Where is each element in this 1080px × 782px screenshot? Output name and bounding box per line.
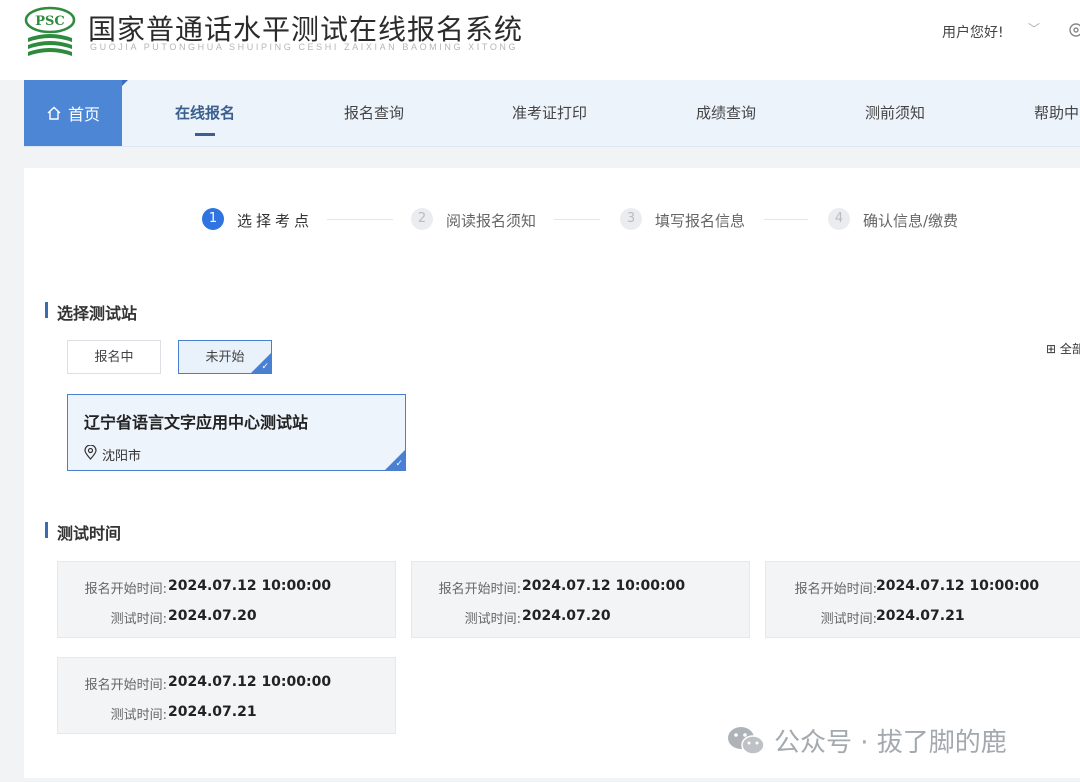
step-4-number: 4 [828, 208, 850, 230]
grid-icon: ⊞ [1046, 342, 1057, 356]
nav-home-label: 首页 [67, 105, 100, 124]
start-time-label: 报名开始时间: [794, 582, 877, 597]
step-indicator: 1 选择考点 2 阅读报名须知 3 填写报名信息 4 确认信息/缴费 [24, 204, 1080, 234]
test-time-value: 2024.07.21 [876, 608, 965, 624]
step-divider [764, 219, 808, 220]
main-panel: 1 选择考点 2 阅读报名须知 3 填写报名信息 4 确认信息/缴费 选择测试站… [24, 168, 1080, 778]
time-card[interactable]: 报名开始时间: 2024.07.12 10:00:00 测试时间: 2024.07.… [57, 561, 396, 638]
start-time-value: 2024.07.12 10:00:00 [168, 578, 332, 594]
test-time-label: 测试时间: [820, 612, 877, 627]
test-time-label: 测试时间: [110, 708, 167, 723]
station-city: 沈阳市 [102, 449, 142, 464]
start-time-label: 报名开始时间: [84, 678, 167, 693]
location-pin-icon [84, 445, 97, 460]
settings-icon[interactable] [1068, 22, 1080, 38]
section-title-station: 选择测试站 [44, 300, 137, 324]
nav-pretest-notice[interactable]: 测前须知 [865, 80, 925, 146]
home-icon [47, 106, 61, 120]
section-title-time: 测试时间 [44, 520, 121, 544]
test-time-value: 2024.07.21 [168, 704, 257, 720]
check-icon: ✓ [261, 362, 269, 372]
step-divider [554, 219, 600, 220]
start-time-label: 报名开始时间: [84, 582, 167, 597]
tab-not-started[interactable]: 未开始 ✓ [178, 340, 272, 374]
time-card[interactable]: 报名开始时间: 2024.07.12 10:00:00 测试时间: 2024.07.… [411, 561, 750, 638]
user-greeting[interactable]: 用户您好! [942, 22, 1004, 42]
step-3-label: 填写报名信息 [655, 212, 746, 230]
watermark-text: 公众号 · 拔了脚的鹿 [774, 728, 1007, 758]
psc-logo: PSC [24, 6, 76, 56]
wechat-icon [728, 726, 765, 755]
view-all-link[interactable]: ⊞ 全部 [1046, 340, 1080, 357]
step-1-number: 1 [202, 208, 224, 230]
main-nav: 首页 在线报名 报名查询 准考证打印 成绩查询 测前须知 帮助中 [24, 80, 1080, 147]
svg-text:PSC: PSC [35, 14, 65, 29]
start-time-value: 2024.07.12 10:00:00 [168, 674, 332, 690]
tab-not-started-label: 未开始 [205, 350, 245, 365]
test-time-value: 2024.07.20 [522, 608, 611, 624]
nav-home[interactable]: 首页 [24, 80, 128, 146]
header: PSC 国家普通话水平测试在线报名系统 GUOJIA PUTONGHUA SHU… [0, 0, 1080, 80]
view-all-label: 全部 [1059, 342, 1080, 356]
site-subtitle: GUOJIA PUTONGHUA SHUIPING CESHI ZAIXIAN … [90, 42, 519, 52]
step-3-number: 3 [620, 208, 642, 230]
watermark: 公众号 · 拔了脚的鹿 [726, 722, 1007, 759]
step-2-label: 阅读报名须知 [446, 212, 537, 230]
start-time-value: 2024.07.12 10:00:00 [876, 578, 1040, 594]
step-divider [327, 219, 393, 220]
start-time-value: 2024.07.12 10:00:00 [522, 578, 686, 594]
test-time-value: 2024.07.20 [168, 608, 257, 624]
station-card[interactable]: 辽宁省语言文字应用中心测试站 沈阳市 ✓ [67, 394, 406, 471]
step-1-label: 选择考点 [237, 212, 314, 230]
start-time-label: 报名开始时间: [438, 582, 521, 597]
nav-online-registration[interactable]: 在线报名 [175, 80, 235, 146]
step-2-number: 2 [411, 208, 433, 230]
nav-admission-ticket[interactable]: 准考证打印 [512, 80, 587, 146]
test-time-label: 测试时间: [464, 612, 521, 627]
time-card[interactable]: 报名开始时间: 2024.07.12 10:00:00 测试时间: 2024.07.… [57, 657, 396, 734]
station-name: 辽宁省语言文字应用中心测试站 [84, 413, 309, 432]
tab-registering[interactable]: 报名中 [67, 340, 161, 374]
nav-score-query[interactable]: 成绩查询 [696, 80, 756, 146]
test-time-label: 测试时间: [110, 612, 167, 627]
step-4-label: 确认信息/缴费 [863, 212, 959, 230]
nav-help[interactable]: 帮助中 [1034, 80, 1079, 146]
time-card[interactable]: 报名开始时间: 2024.07.12 10:00:00 测试时间: 2024.07.… [765, 561, 1080, 638]
nav-registration-query[interactable]: 报名查询 [344, 80, 404, 146]
chevron-down-icon[interactable]: ﹀ [1028, 20, 1040, 37]
check-icon: ✓ [395, 459, 403, 469]
